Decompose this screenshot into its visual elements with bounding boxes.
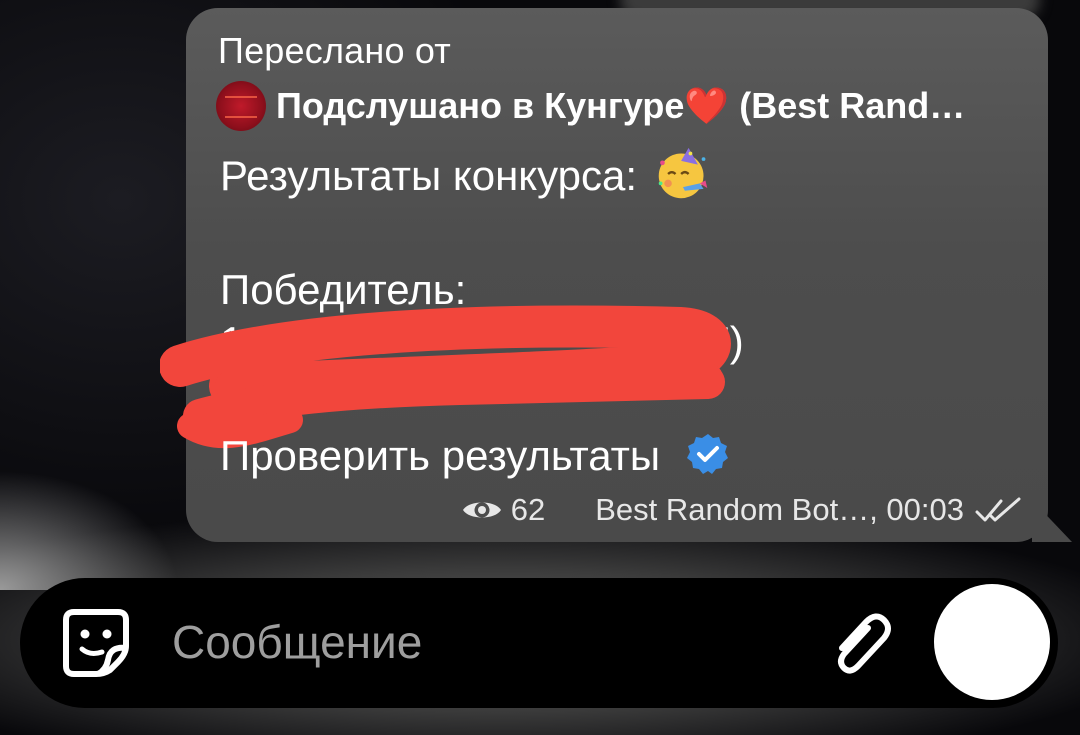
forward-source[interactable]: Подслушано в Кунгуре❤️ (Best Rand… [216, 80, 965, 132]
chat-screen: Переслано от Подслушано в Кунгуре❤️ (Bes… [0, 0, 1080, 735]
channel-name[interactable]: Подслушано в Кунгуре❤️ (Best Rand… [276, 85, 965, 127]
blurred-background [0, 470, 180, 590]
verified-check-icon [686, 434, 728, 474]
message-meta: 62 Best Random Bot…, 00:03 [461, 492, 1026, 528]
winner-suffix: 7) [706, 318, 744, 365]
channel-avatar[interactable] [216, 81, 266, 131]
double-check-icon [975, 497, 1021, 522]
message-bubble[interactable]: Переслано от Подслушано в Кунгуре❤️ (Bes… [160, 8, 1048, 542]
send-button[interactable] [934, 584, 1050, 700]
partying-face-icon [658, 147, 707, 199]
paperclip-icon[interactable] [828, 608, 896, 680]
forwarded-label: Переслано от [218, 30, 451, 71]
check-results-line[interactable]: Проверить результаты [220, 432, 730, 480]
sticker-icon[interactable] [60, 606, 132, 678]
view-counter: 62 [461, 492, 545, 528]
check-results-link[interactable]: Проверить результаты [220, 432, 660, 479]
winner-number: 1. [220, 318, 256, 365]
author-and-time: Best Random Bot…, 00:03 [595, 492, 964, 527]
winner-entry: 1. 7) [220, 318, 744, 366]
results-title: Результаты конкурса: [220, 152, 638, 199]
message-composer [20, 578, 1058, 708]
eye-icon [462, 502, 501, 518]
message-input[interactable] [170, 606, 794, 678]
view-count: 62 [510, 492, 546, 527]
winner-label: Победитель: [220, 266, 467, 313]
results-title-line: Результаты конкурса: [220, 146, 711, 202]
